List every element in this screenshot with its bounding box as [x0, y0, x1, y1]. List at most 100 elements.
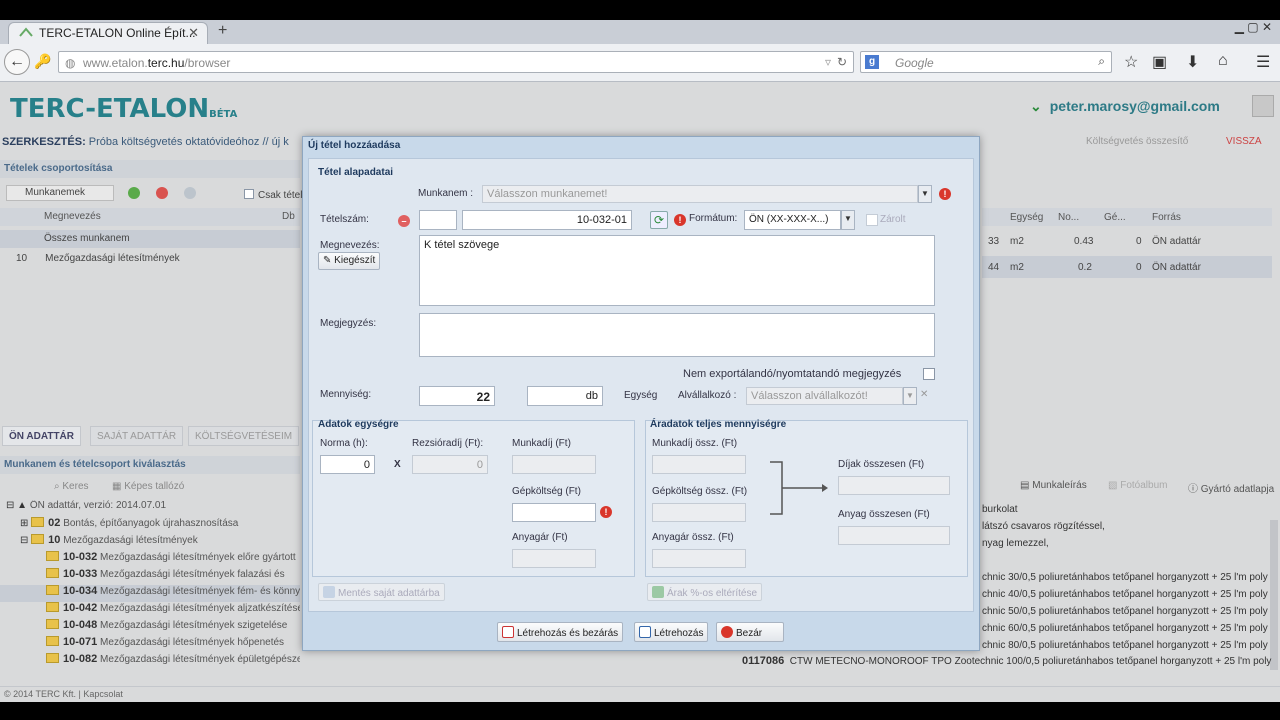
munkanem-select[interactable]: Válasszon munkanemet! [482, 185, 918, 203]
window-controls[interactable]: ▁ ▢ ✕ [1182, 20, 1272, 36]
tab-on-adattar[interactable]: ÖN ADATTÁR [2, 426, 81, 446]
munkadij-ossz-label: Munkadíj össz. (Ft) [652, 438, 738, 449]
col-megnevezes[interactable]: Megnevezés [44, 211, 101, 222]
summary-link[interactable]: Költségvetés összesítő [1086, 136, 1188, 147]
tree-item[interactable]: 10-032 Mezőgazdasági létesítmények előre… [0, 551, 300, 568]
search-bar[interactable]: g Google ⌕ [860, 51, 1112, 73]
gepkoltseg-input[interactable] [512, 503, 596, 522]
close-tab-icon[interactable]: ✕ [188, 25, 199, 41]
tree-item[interactable]: 10-071 Mezőgazdasági létesítmények hőpen… [0, 636, 300, 653]
list-item[interactable]: nyag lemezzel, [982, 538, 1272, 555]
tetelszam-prefix-input[interactable] [419, 210, 457, 230]
no-export-checkbox[interactable] [923, 368, 935, 380]
percent-icon [652, 586, 664, 598]
create-and-close-button[interactable]: Létrehozás és bezárás [497, 622, 624, 642]
tab-koltsegveteseim[interactable]: KÖLTSÉGVETÉSEIM [188, 426, 300, 446]
tree-item[interactable]: ⊟ 10 Mezőgazdasági létesítmények [0, 534, 300, 551]
list-item[interactable]: chnic 30/0,5 poliuretánhabos tetőpanel h… [982, 572, 1272, 589]
tab-sajat-adattar[interactable]: SAJÁT ADATTÁR [90, 426, 184, 446]
row-name: Összes munkanem [44, 233, 130, 244]
new-tab-icon[interactable]: + [218, 22, 227, 40]
col-egyseg[interactable]: Egység [1010, 212, 1043, 223]
tetelszam-input[interactable]: 10-032-01 [462, 210, 632, 230]
mennyiseg-input[interactable]: 22 [419, 386, 495, 406]
globe-icon: ◍ [65, 56, 76, 70]
save-icon [639, 626, 651, 638]
total-section-title: Áradatok teljes mennyiségre [650, 419, 787, 430]
clear-icon[interactable]: ✕ [920, 389, 928, 400]
chevron-down-icon[interactable]: ▼ [841, 210, 855, 230]
table-row[interactable]: Összes munkanem [0, 230, 300, 248]
tree-item[interactable]: 10-082 Mezőgazdasági létesítmények épüle… [0, 653, 300, 670]
unit-input[interactable]: db [527, 386, 603, 406]
table-row[interactable]: 33 m2 0.43 0 ÖN adattár [982, 232, 1272, 252]
home-icon[interactable]: ⌂ [1218, 52, 1228, 70]
chevron-down-icon[interactable]: ▼ [918, 185, 932, 203]
remove-icon[interactable]: – [398, 215, 410, 227]
close-button[interactable]: Bezár [716, 622, 784, 642]
tree-item[interactable]: 10-034 Mezőgazdasági létesítmények fém- … [0, 585, 300, 602]
create-button[interactable]: Létrehozás [634, 622, 709, 642]
add-icon[interactable] [128, 187, 140, 199]
list-item[interactable]: burkolat [982, 504, 1272, 521]
col-no[interactable]: No... [1058, 212, 1079, 223]
search-icon[interactable]: ⌕ [1098, 54, 1105, 69]
back-link[interactable]: VISSZA [1226, 136, 1262, 147]
search-button[interactable]: ⌕ Keres [54, 481, 89, 492]
list-item[interactable]: chnic 60/0,5 poliuretánhabos tetőpanel h… [982, 623, 1272, 640]
tree-item[interactable]: ⊟ ▲ ÖN adattár, verzió: 2014.07.01 [0, 500, 300, 517]
reload-icon[interactable]: ↻ [837, 55, 847, 69]
dijak-input [838, 476, 950, 495]
user-menu[interactable]: ⌄ peter.marosy@gmail.com [1030, 98, 1220, 115]
alvallalkozo-select[interactable]: Válasszon alvállalkozót! [746, 387, 903, 405]
group-select[interactable]: Munkanemek [6, 185, 114, 201]
price-adjust-button[interactable]: Árak %-os eltérítése [647, 583, 763, 601]
dropdown-arrow-icon[interactable]: ▿ [825, 55, 831, 69]
col-db[interactable]: Db [282, 211, 295, 222]
google-icon[interactable]: g [865, 55, 879, 69]
anyagar-input[interactable] [512, 549, 596, 568]
col-forras[interactable]: Forrás [1152, 212, 1181, 223]
tree-item[interactable]: 10-042 Mezőgazdasági létesítmények aljza… [0, 602, 300, 619]
zarolt-checkbox[interactable] [866, 214, 878, 226]
only-items-checkbox[interactable] [244, 189, 254, 199]
format-select[interactable]: ÖN (XX-XXX-X...) [744, 210, 841, 230]
tree-item-text: Bontás, építőanyagok újrahasznosítása [63, 518, 239, 529]
munkadij-input[interactable] [512, 455, 596, 474]
refresh-icon[interactable] [184, 187, 196, 199]
library-icon[interactable]: ▣ [1152, 52, 1167, 72]
rezsioradij-input[interactable]: 0 [412, 455, 488, 474]
browser-tab[interactable]: TERC-ETALON Online Épít... ✕ [8, 22, 208, 44]
search-placeholder: Google [895, 56, 934, 70]
table-row[interactable]: 44 m2 0.2 0 ÖN adattár [982, 256, 1272, 278]
list-item[interactable]: chnic 50/0,5 poliuretánhabos tetőpanel h… [982, 606, 1272, 623]
cell-ge: 0 [1136, 236, 1142, 247]
tree-item-text: Mezőgazdasági létesítmények szigetelése [100, 620, 288, 631]
kiegeszit-button[interactable]: ✎ Kiegészít [318, 252, 381, 270]
tree-item[interactable]: 10-048 Mezőgazdasági létesítmények szige… [0, 619, 300, 636]
list-scrollbar[interactable] [1270, 520, 1278, 670]
chevron-down-icon[interactable]: ▼ [903, 387, 917, 405]
col-ge[interactable]: Gé... [1104, 212, 1126, 223]
image-browser-button[interactable]: ▦ Képes tallózó [112, 481, 184, 492]
norma-input[interactable]: 0 [320, 455, 375, 474]
project-breadcrumb[interactable]: Próba költségvetés oktatóvideóhoz // új … [89, 136, 289, 148]
list-item[interactable]: látszó csavaros rögzítéssel, [982, 521, 1272, 538]
key-icon[interactable]: 🔑 [34, 53, 51, 70]
list-item[interactable]: 0117086 CTW METECNO-MONOROOF TPO Zootech… [742, 655, 1271, 667]
tree-item[interactable]: 10-033 Mezőgazdasági létesítmények falaz… [0, 568, 300, 585]
user-avatar[interactable] [1252, 95, 1274, 117]
back-button[interactable]: ← [4, 49, 30, 75]
download-icon[interactable]: ⬇ [1186, 52, 1199, 72]
remove-icon[interactable] [156, 187, 168, 199]
bookmark-star-icon[interactable]: ☆ [1124, 52, 1138, 72]
megjegyzes-textarea[interactable] [419, 313, 935, 357]
megnevezes-textarea[interactable]: K tétel szövege [419, 235, 935, 306]
table-row[interactable]: 10 Mezőgazdasági létesítmények [0, 250, 300, 268]
list-item[interactable]: chnic 40/0,5 poliuretánhabos tetőpanel h… [982, 589, 1272, 606]
url-bar[interactable]: ◍ www.etalon.terc.hu/browser ▿ ↻ [58, 51, 854, 73]
menu-icon[interactable]: ☰ [1256, 52, 1270, 72]
save-to-own-repo-button[interactable]: Mentés saját adattárba [318, 583, 445, 601]
refresh-icon[interactable]: ⟳ [650, 211, 668, 229]
tree-item[interactable]: ⊞ 02 Bontás, építőanyagok újrahasznosítá… [0, 517, 300, 534]
